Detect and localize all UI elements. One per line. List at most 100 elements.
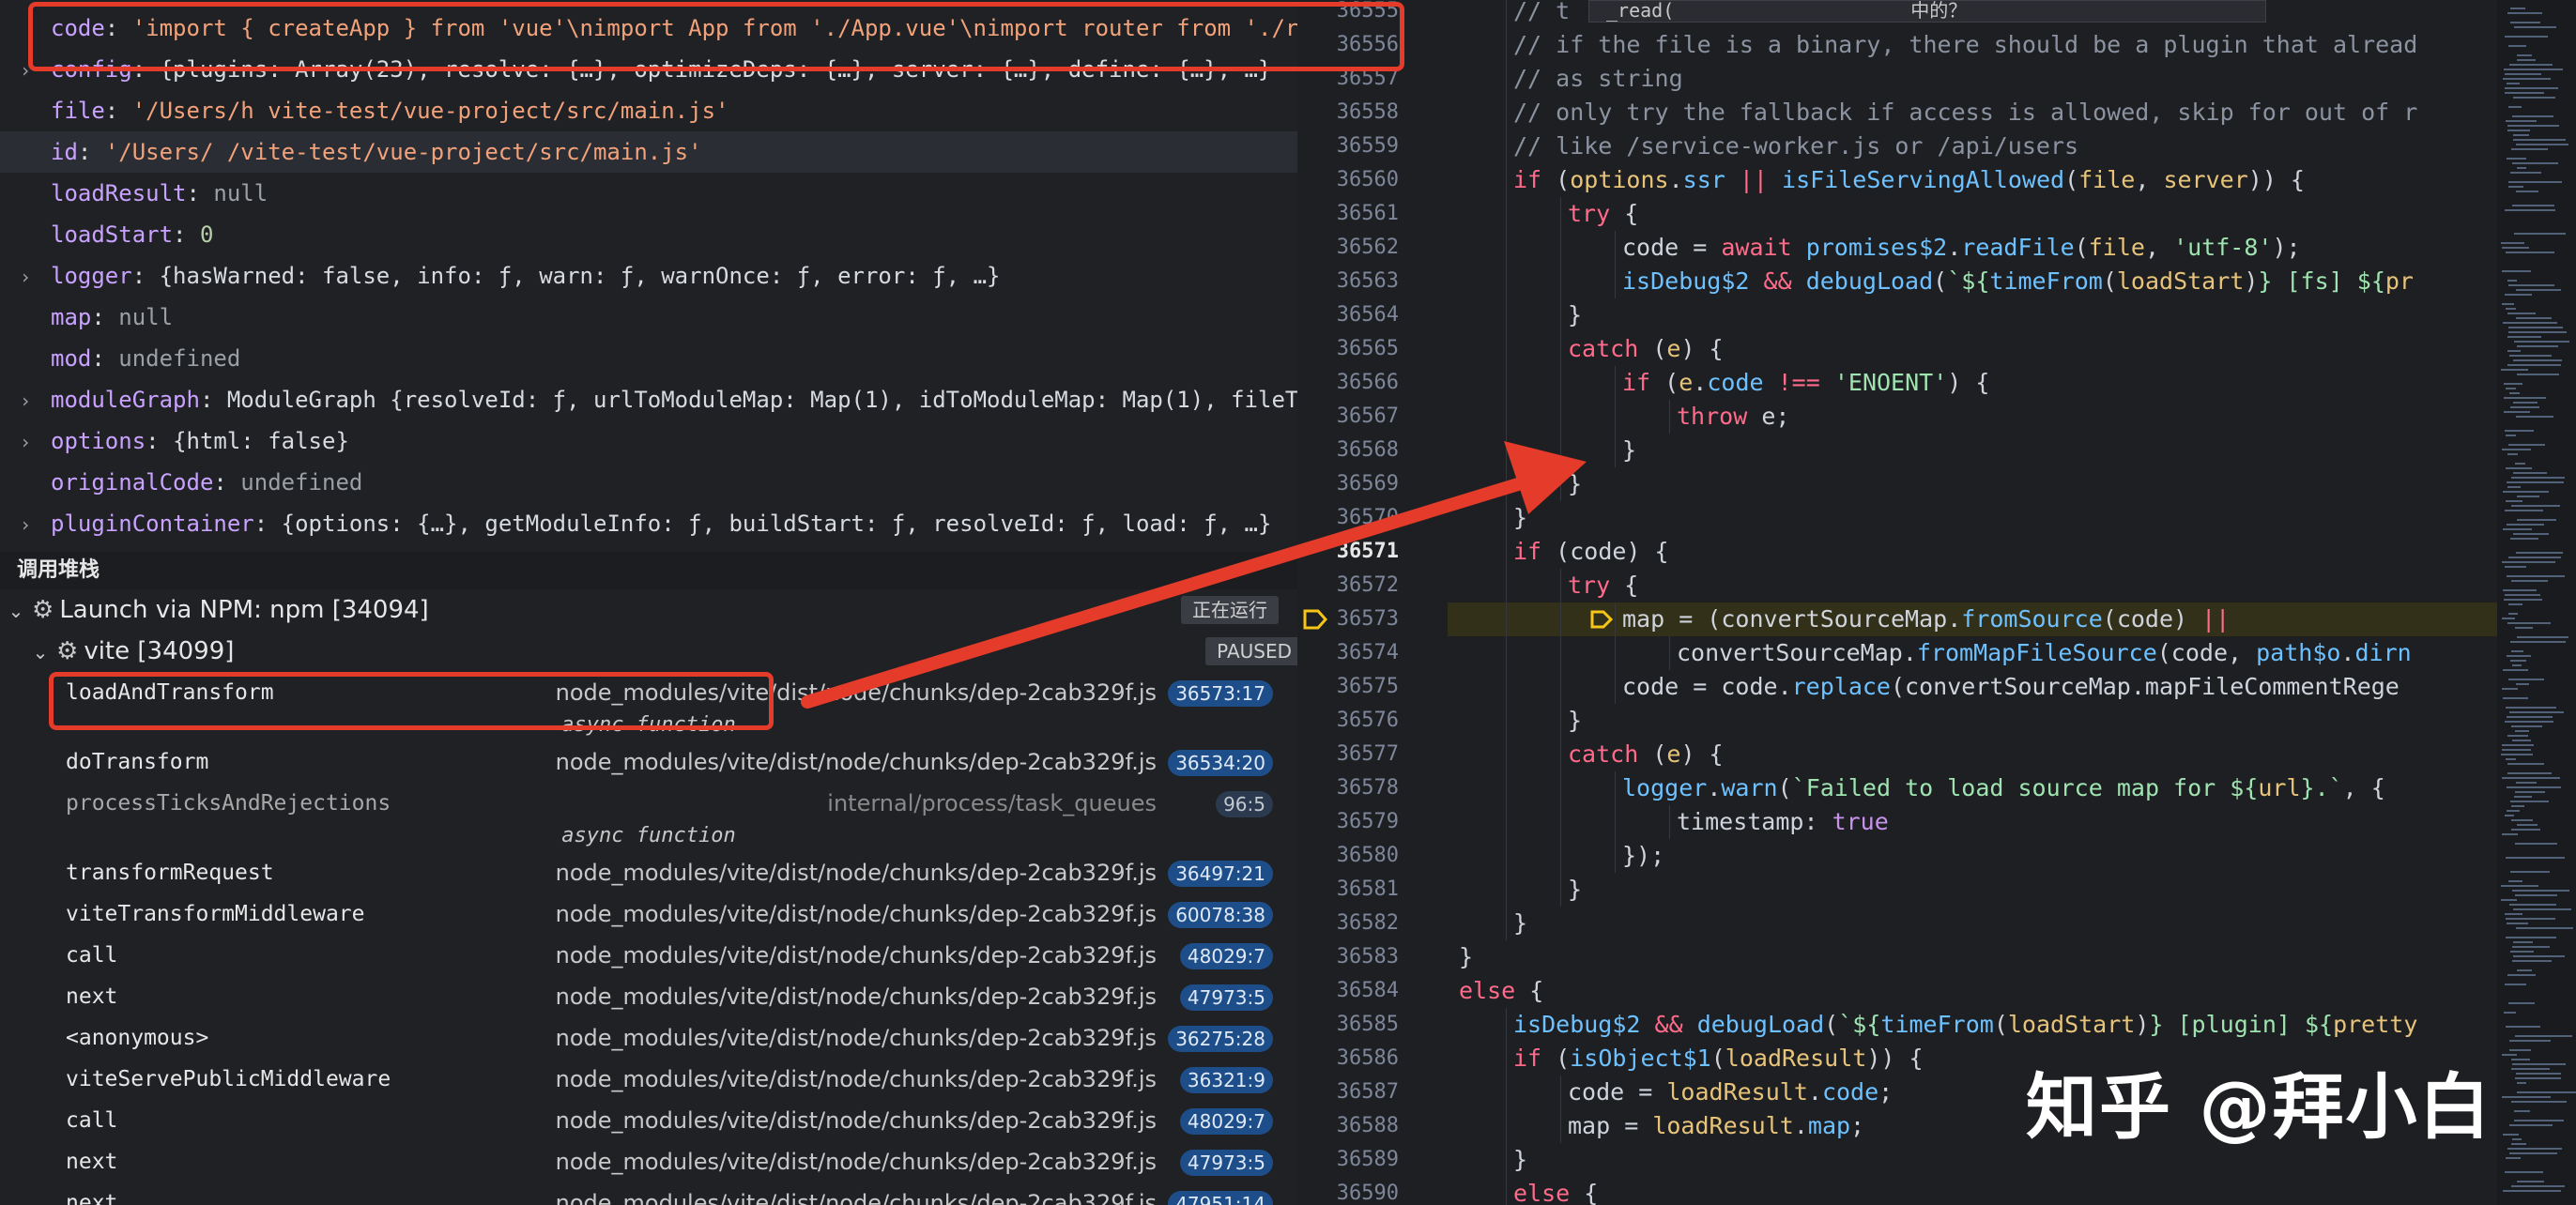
debug-process[interactable]: ⌄ ⚙ vite [34099] PAUSED — [0, 631, 1297, 672]
line-number[interactable]: 36580 — [1297, 839, 1399, 873]
line-number[interactable]: 36571 — [1297, 535, 1399, 569]
line-number[interactable]: 36560 — [1297, 163, 1399, 197]
variable-file[interactable]: file: '/Users/h vite-test/vue-project/sr… — [0, 90, 1297, 131]
line-number[interactable]: 36578 — [1297, 771, 1399, 805]
variable-options[interactable]: › options: {html: false} — [0, 420, 1297, 462]
stack-frame[interactable]: call node_modules/vite/dist/node/chunks/d… — [0, 1100, 1297, 1141]
chevron-right-icon[interactable]: › — [0, 504, 51, 544]
debug-session[interactable]: ⌄ ⚙ Launch via NPM: npm [34094] 正在运行 — [0, 589, 1297, 631]
line-number[interactable]: 36587 — [1297, 1075, 1399, 1109]
code-line[interactable]: } — [1568, 873, 1582, 907]
code-editor[interactable]: 36555 36556 36557 36558 36559 36560 36561 36562… — [1297, 0, 2576, 1205]
code-line[interactable]: try { — [1568, 569, 1638, 602]
code-line[interactable]: catch (e) { — [1568, 738, 1724, 771]
find-input[interactable]: _read( — [1606, 0, 1674, 22]
chevron-right-icon[interactable]: › — [0, 421, 51, 462]
code-line[interactable]: try { — [1568, 197, 1638, 231]
code-line[interactable]: code = await promises$2.readFile(file, '… — [1622, 231, 2301, 265]
line-number[interactable]: 36575 — [1297, 670, 1399, 704]
code-line[interactable]: } — [1568, 298, 1582, 332]
paused-breakpoint-icon[interactable] — [1303, 609, 1328, 630]
code-line[interactable]: } — [1513, 907, 1527, 940]
variable-mod[interactable]: mod: undefined — [0, 338, 1297, 379]
code-line[interactable]: isDebug$2 && debugLoad(`${timeFrom(loadS… — [1622, 265, 2414, 298]
line-number[interactable]: 36585 — [1297, 1008, 1399, 1042]
stack-frame[interactable]: <anonymous> node_modules/vite/dist/node/c… — [0, 1017, 1297, 1059]
stack-frame[interactable]: viteServePublicMiddleware node_modules/vi… — [0, 1059, 1297, 1100]
line-number[interactable]: 36588 — [1297, 1109, 1399, 1143]
line-number[interactable]: 36559 — [1297, 130, 1399, 163]
code-line[interactable]: }); — [1622, 839, 1664, 873]
line-number[interactable]: 36589 — [1297, 1143, 1399, 1177]
line-number[interactable]: 36577 — [1297, 738, 1399, 771]
code-line[interactable]: convertSourceMap.fromMapFileSource(code,… — [1677, 636, 2412, 670]
code-line[interactable]: map = (convertSourceMap.fromSource(code)… — [1622, 602, 2230, 636]
line-number[interactable]: 36561 — [1297, 197, 1399, 231]
line-number[interactable]: 36572 — [1297, 569, 1399, 602]
code-line[interactable]: map = loadResult.map; — [1568, 1109, 1864, 1143]
line-number[interactable]: 36567 — [1297, 400, 1399, 434]
code-line[interactable]: if (isObject$1(loadResult)) { — [1513, 1042, 1924, 1075]
code-line[interactable]: timestamp: true — [1677, 805, 1889, 839]
code-line[interactable]: if (code) { — [1513, 535, 1669, 569]
code-line[interactable]: catch (e) { — [1568, 332, 1724, 366]
line-number[interactable]: 36579 — [1297, 805, 1399, 839]
line-number[interactable]: 36590 — [1297, 1177, 1399, 1205]
stack-frame[interactable]: viteTransformMiddleware node_modules/vite… — [0, 893, 1297, 935]
code-line[interactable]: } — [1513, 1143, 1527, 1177]
code-line[interactable]: logger.warn(`Failed to load source map f… — [1622, 771, 2385, 805]
stack-frame[interactable]: next node_modules/vite/dist/node/chunks/d… — [0, 1182, 1297, 1205]
variable-logger[interactable]: › logger: {hasWarned: false, info: ƒ, war… — [0, 255, 1297, 297]
line-number[interactable]: 36586 — [1297, 1042, 1399, 1075]
callstack-header[interactable]: 调用堆栈 — [0, 552, 1297, 589]
line-number[interactable]: 36574 — [1297, 636, 1399, 670]
variable-pluginContainer[interactable]: › pluginContainer: {options: {…}, getModu… — [0, 503, 1297, 544]
stack-frame[interactable]: processTicksAndRejections internal/proces… — [0, 783, 1297, 824]
code-area[interactable]: // t// if the file is a binary, there sh… — [1448, 0, 2574, 1205]
variable-moduleGraph[interactable]: › moduleGraph: ModuleGraph {resolveId: ƒ,… — [0, 379, 1297, 420]
code-line[interactable]: isDebug$2 && debugLoad(`${timeFrom(loadS… — [1513, 1008, 2417, 1042]
code-line[interactable]: else { — [1459, 974, 1543, 1008]
find-widget[interactable]: _read( 中的？ — [1588, 0, 2266, 23]
line-number[interactable]: 36584 — [1297, 974, 1399, 1008]
line-number-gutter[interactable]: 36555 36556 36557 36558 36559 36560 36561 36562… — [1297, 0, 1448, 1205]
line-number[interactable]: 36558 — [1297, 96, 1399, 130]
line-number[interactable]: 36569 — [1297, 467, 1399, 501]
variable-loadStart[interactable]: loadStart: 0 — [0, 214, 1297, 255]
stack-frame[interactable]: next node_modules/vite/dist/node/chunks/d… — [0, 976, 1297, 1017]
line-number[interactable]: 36581 — [1297, 873, 1399, 907]
code-line[interactable]: code = code.replace(convertSourceMap.map… — [1622, 670, 2400, 704]
line-number[interactable]: 36568 — [1297, 434, 1399, 467]
code-line[interactable]: // like /service-worker.js or /api/users — [1513, 130, 2078, 163]
code-line[interactable]: // as string — [1513, 62, 1683, 96]
line-number[interactable]: 36566 — [1297, 366, 1399, 400]
line-number[interactable]: 36562 — [1297, 231, 1399, 265]
chevron-right-icon[interactable]: › — [0, 256, 51, 297]
minimap[interactable] — [2497, 0, 2576, 1205]
line-number[interactable]: 36583 — [1297, 940, 1399, 974]
code-line[interactable]: } — [1622, 434, 1636, 467]
code-line[interactable]: // if the file is a binary, there should… — [1513, 28, 2417, 62]
code-line[interactable]: if (options.ssr || isFileServingAllowed(… — [1513, 163, 2305, 197]
code-line[interactable]: } — [1459, 940, 1473, 974]
code-line[interactable]: } — [1568, 467, 1582, 501]
stack-frame[interactable]: doTransform node_modules/vite/dist/node/c… — [0, 741, 1297, 783]
code-line[interactable]: if (e.code !== 'ENOENT') { — [1622, 366, 1989, 400]
line-number[interactable]: 36570 — [1297, 501, 1399, 535]
code-line[interactable]: } — [1513, 501, 1527, 535]
stack-frame[interactable]: next node_modules/vite/dist/node/chunks/d… — [0, 1141, 1297, 1182]
chevron-right-icon[interactable]: › — [0, 380, 51, 420]
code-line[interactable]: // t — [1513, 0, 1570, 28]
variable-originalCode[interactable]: originalCode: undefined — [0, 462, 1297, 503]
code-line[interactable]: } — [1568, 704, 1582, 738]
line-number[interactable]: 36563 — [1297, 265, 1399, 298]
line-number[interactable]: 36582 — [1297, 907, 1399, 940]
variable-map[interactable]: map: null — [0, 297, 1297, 338]
line-number[interactable]: 36564 — [1297, 298, 1399, 332]
line-number[interactable]: 36576 — [1297, 704, 1399, 738]
variable-loadResult[interactable]: loadResult: null — [0, 173, 1297, 214]
variable-id[interactable]: id: '/Users/ /vite-test/vue-project/src/… — [0, 131, 1297, 173]
code-line[interactable]: throw e; — [1677, 400, 1789, 434]
line-number[interactable]: 36565 — [1297, 332, 1399, 366]
code-line[interactable]: // only try the fallback if access is al… — [1513, 96, 2417, 130]
